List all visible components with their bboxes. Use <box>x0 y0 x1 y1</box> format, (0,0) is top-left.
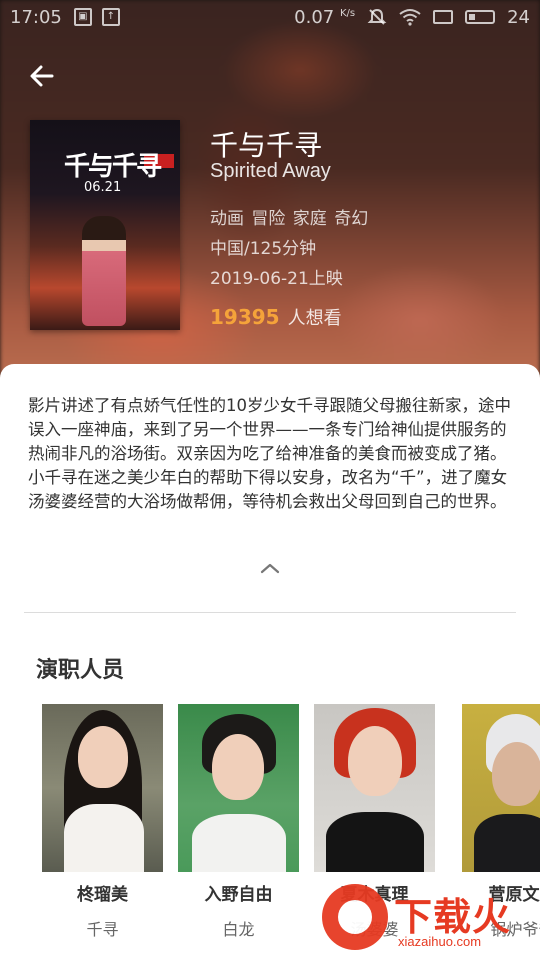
want-count: 19395 <box>210 305 280 329</box>
cast-photo <box>42 704 163 872</box>
movie-title: 千与千寻 <box>210 130 323 161</box>
watermark-url: xiazaihuo.com <box>398 934 482 949</box>
network-speed-unit: K/s <box>339 7 356 19</box>
wifi-icon <box>399 9 421 26</box>
movie-release-date: 2019-06-21上映 <box>210 269 343 289</box>
status-time: 17:05 <box>10 6 62 28</box>
poster-figure <box>82 216 126 326</box>
upload-icon: ↑ <box>101 8 120 26</box>
want-label: 人想看 <box>287 308 342 329</box>
cast-section-title: 演职人员 <box>36 658 125 683</box>
chevron-up-icon <box>260 563 280 574</box>
back-arrow-icon <box>30 65 54 87</box>
back-button[interactable] <box>24 58 60 94</box>
network-speed: 0.07 K/s <box>294 7 355 28</box>
cast-role: 白龙 <box>222 920 255 939</box>
watermark-text: 下载火 <box>394 895 512 939</box>
cast-card[interactable]: 柊瑠美 千寻 <box>42 704 163 944</box>
watermark-logo: 下载火 xiazaihuo.com <box>322 878 532 956</box>
movie-genres: 动画 冒险 家庭 奇幻 <box>210 209 369 229</box>
movie-english-title: Spirited Away <box>210 160 331 182</box>
cast-role: 千寻 <box>86 920 119 939</box>
screen-icon <box>433 10 454 24</box>
poster-date: 06.21 <box>84 180 122 195</box>
movie-region-duration: 中国/125分钟 <box>210 239 317 259</box>
cast-name: 柊瑠美 <box>77 885 128 905</box>
synopsis: 影片讲述了有点娇气任性的10岁少女千寻跟随父母搬往新家，途中误入一座神庙，来到了… <box>28 396 511 511</box>
poster-title: 千与千寻 <box>64 152 162 182</box>
cast-photo <box>314 704 435 872</box>
cast-photo <box>178 704 299 872</box>
status-right: 0.07 K/s 24 <box>294 7 530 28</box>
battery-level: 24 <box>507 6 530 28</box>
movie-poster: 千与千寻 06.21 <box>30 120 180 330</box>
battery-icon <box>465 10 496 24</box>
cast-name: 入野自由 <box>204 885 273 905</box>
collapse-synopsis-button[interactable] <box>254 556 286 580</box>
network-speed-value: 0.07 <box>294 6 335 28</box>
want-to-watch: 19395 人想看 <box>210 304 342 330</box>
divider <box>24 612 516 613</box>
cast-card[interactable]: 入野自由 白龙 <box>178 704 299 944</box>
mute-icon <box>367 8 387 25</box>
status-bar: 17:05 ▣ ↑ 0.07 K/s 24 <box>0 0 540 34</box>
watermark-icon <box>322 884 388 950</box>
detail-sheet: 影片讲述了有点娇气任性的10岁少女千寻跟随父母搬往新家，途中误入一座神庙，来到了… <box>0 364 540 960</box>
cast-photo <box>462 704 540 872</box>
notification-icon: ▣ <box>73 8 92 26</box>
